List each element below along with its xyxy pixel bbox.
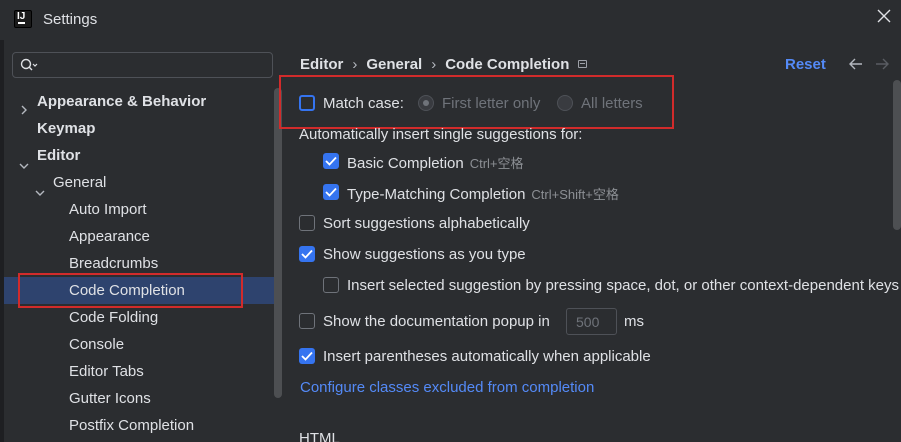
chevron-down-icon <box>35 179 45 206</box>
tree-item-keymap[interactable]: Keymap <box>37 115 95 142</box>
doc-popup-delay-input[interactable]: 500 <box>566 308 617 335</box>
show-as-type-label: Show suggestions as you type <box>323 246 526 263</box>
tree-item-gutter-icons[interactable]: Gutter Icons <box>69 385 151 412</box>
collapse-panel-icon[interactable] <box>578 60 587 68</box>
section-html-heading: HTML <box>299 430 340 442</box>
tree-item-label: Auto Import <box>69 201 147 218</box>
tree-item-appearance[interactable]: Appearance <box>69 223 150 250</box>
breadcrumb-item: Code Completion <box>445 56 570 73</box>
breadcrumb-item: Editor <box>300 56 344 73</box>
tree-item-label: General <box>53 174 107 191</box>
tree-item-console[interactable]: Console <box>69 331 124 358</box>
tree-scrollbar[interactable] <box>274 88 282 398</box>
arrow-right-icon <box>875 57 889 75</box>
auto-insert-heading: Automatically insert single suggestions … <box>299 126 583 143</box>
tree-item-label: Appearance & Behavior <box>37 93 207 110</box>
search-icon <box>20 58 38 77</box>
breadcrumb-item: General <box>366 56 423 73</box>
basic-completion-shortcut: Ctrl+空格 <box>469 156 524 171</box>
highlight-box-code-completion <box>18 273 243 308</box>
search-input[interactable] <box>12 52 273 78</box>
reset-button[interactable]: Reset <box>785 56 826 73</box>
close-icon[interactable] <box>877 9 893 25</box>
tree-item-label: Appearance <box>69 228 150 245</box>
type-matching-option: Type-Matching Completion Ctrl+Shift+空格 <box>347 184 619 203</box>
chevron-down-icon <box>19 152 29 179</box>
breadcrumb-separator: › <box>431 56 437 73</box>
sort-alpha-checkbox[interactable] <box>299 215 315 231</box>
arrow-left-icon[interactable] <box>849 57 863 75</box>
tree-item-label: Gutter Icons <box>69 390 151 407</box>
breadcrumb: Editor › General › Code Completion <box>300 56 569 73</box>
chevron-right-icon <box>20 97 28 124</box>
tree-item-label: Code Folding <box>69 309 159 326</box>
basic-completion-option: Basic Completion Ctrl+空格 <box>347 153 524 172</box>
tree-item-label: Postfix Completion <box>69 417 195 434</box>
tree-item-editor-tabs[interactable]: Editor Tabs <box>69 358 144 385</box>
window-title: Settings <box>43 11 98 28</box>
tree-item-code-folding[interactable]: Code Folding <box>69 304 158 331</box>
content-scrollbar[interactable] <box>893 80 901 230</box>
tree-item-label: Console <box>69 336 125 353</box>
insert-parens-label: Insert parentheses automatically when ap… <box>323 348 651 365</box>
tree-item-label: Editor <box>37 147 81 164</box>
tree-item-auto-import[interactable]: Auto Import <box>69 196 147 223</box>
insert-selected-checkbox[interactable] <box>323 277 339 293</box>
basic-completion-label: Basic Completion <box>347 155 464 172</box>
type-matching-label: Type-Matching Completion <box>347 186 526 203</box>
configure-excluded-classes-link[interactable]: Configure classes excluded from completi… <box>300 379 594 396</box>
show-doc-popup-label: Show the documentation popup in <box>323 313 550 330</box>
window-left-edge <box>0 0 4 442</box>
tree-item-label: Keymap <box>37 120 96 137</box>
tree-item-postfix-completion[interactable]: Postfix Completion <box>69 412 194 439</box>
highlight-box-match-case <box>279 75 674 129</box>
insert-selected-label: Insert selected suggestion by pressing s… <box>347 277 899 294</box>
show-as-type-checkbox[interactable] <box>299 246 315 262</box>
sort-alpha-label: Sort suggestions alphabetically <box>323 215 530 232</box>
title-bar: IJ Settings <box>0 0 901 40</box>
doc-popup-unit: ms <box>624 313 644 330</box>
tree-item-label: Editor Tabs <box>69 363 144 380</box>
type-matching-shortcut: Ctrl+Shift+空格 <box>531 187 619 202</box>
breadcrumb-separator: › <box>352 56 358 73</box>
insert-parens-checkbox[interactable] <box>299 348 315 364</box>
basic-completion-checkbox[interactable] <box>323 153 339 169</box>
intellij-idea-icon: IJ <box>14 10 32 28</box>
tree-item-label: Breadcrumbs <box>69 255 159 272</box>
type-matching-checkbox[interactable] <box>323 184 339 200</box>
show-doc-popup-checkbox[interactable] <box>299 313 315 329</box>
